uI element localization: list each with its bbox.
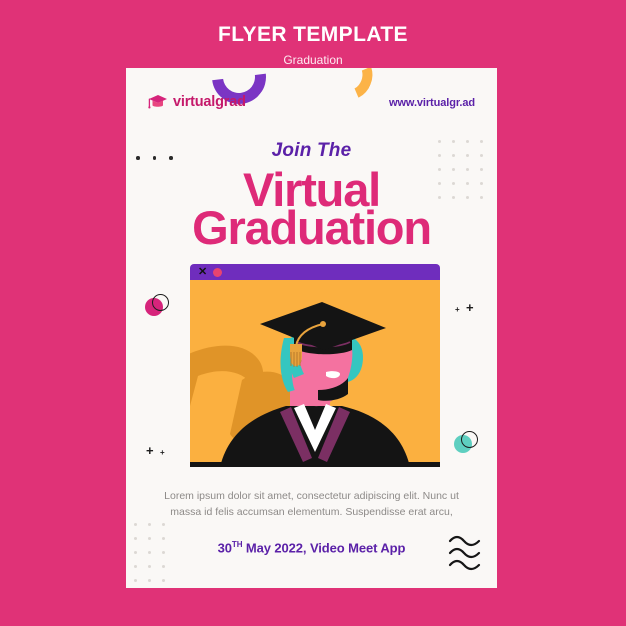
dot-grid-bottom-left (134, 523, 176, 588)
flyer-preview-canvas: FLYER TEMPLATE Graduation + + + + virtua… (0, 0, 626, 626)
preview-title: FLYER TEMPLATE (218, 23, 408, 46)
graduation-cap-icon (148, 95, 167, 109)
plus-mark-left-small: + (160, 448, 165, 457)
event-date-line: 30TH May 2022, Video Meet App (126, 540, 497, 555)
plus-mark-left-large: + (146, 443, 154, 458)
plus-mark-right-small: + (455, 305, 460, 314)
event-details: May 2022, Video Meet App (242, 540, 406, 556)
brand-row: virtualgrad www.virtualgr.ad (126, 94, 497, 118)
video-window-titlebar: ✕ (190, 264, 440, 280)
graduate-illustration (190, 280, 440, 467)
plus-mark-right-large: + (466, 300, 474, 315)
website-link[interactable]: www.virtualgr.ad (389, 97, 475, 109)
flyer-card[interactable]: + + + + virtualgrad www.virtualgr.ad Joi… (126, 68, 497, 588)
headline-line-2: Graduation (192, 201, 432, 254)
event-day: 30 (217, 540, 232, 556)
brand-logo[interactable]: virtualgrad (148, 94, 246, 110)
headline-kicker: Join The (271, 140, 352, 161)
video-window[interactable]: ✕ (190, 264, 440, 467)
record-indicator-icon (213, 267, 223, 277)
event-day-ordinal: TH (231, 540, 243, 549)
close-icon[interactable]: ✕ (198, 266, 207, 278)
pink-circle-decoration (145, 294, 171, 316)
brand-name: virtualgrad (173, 94, 246, 110)
preview-subtitle: Graduation (283, 53, 343, 67)
preview-header: FLYER TEMPLATE Graduation (0, 24, 626, 66)
body-copy: Lorem ipsum dolor sit amet, consectetur … (164, 490, 459, 519)
teal-circle-decoration (454, 431, 480, 453)
video-window-screen (190, 280, 440, 467)
